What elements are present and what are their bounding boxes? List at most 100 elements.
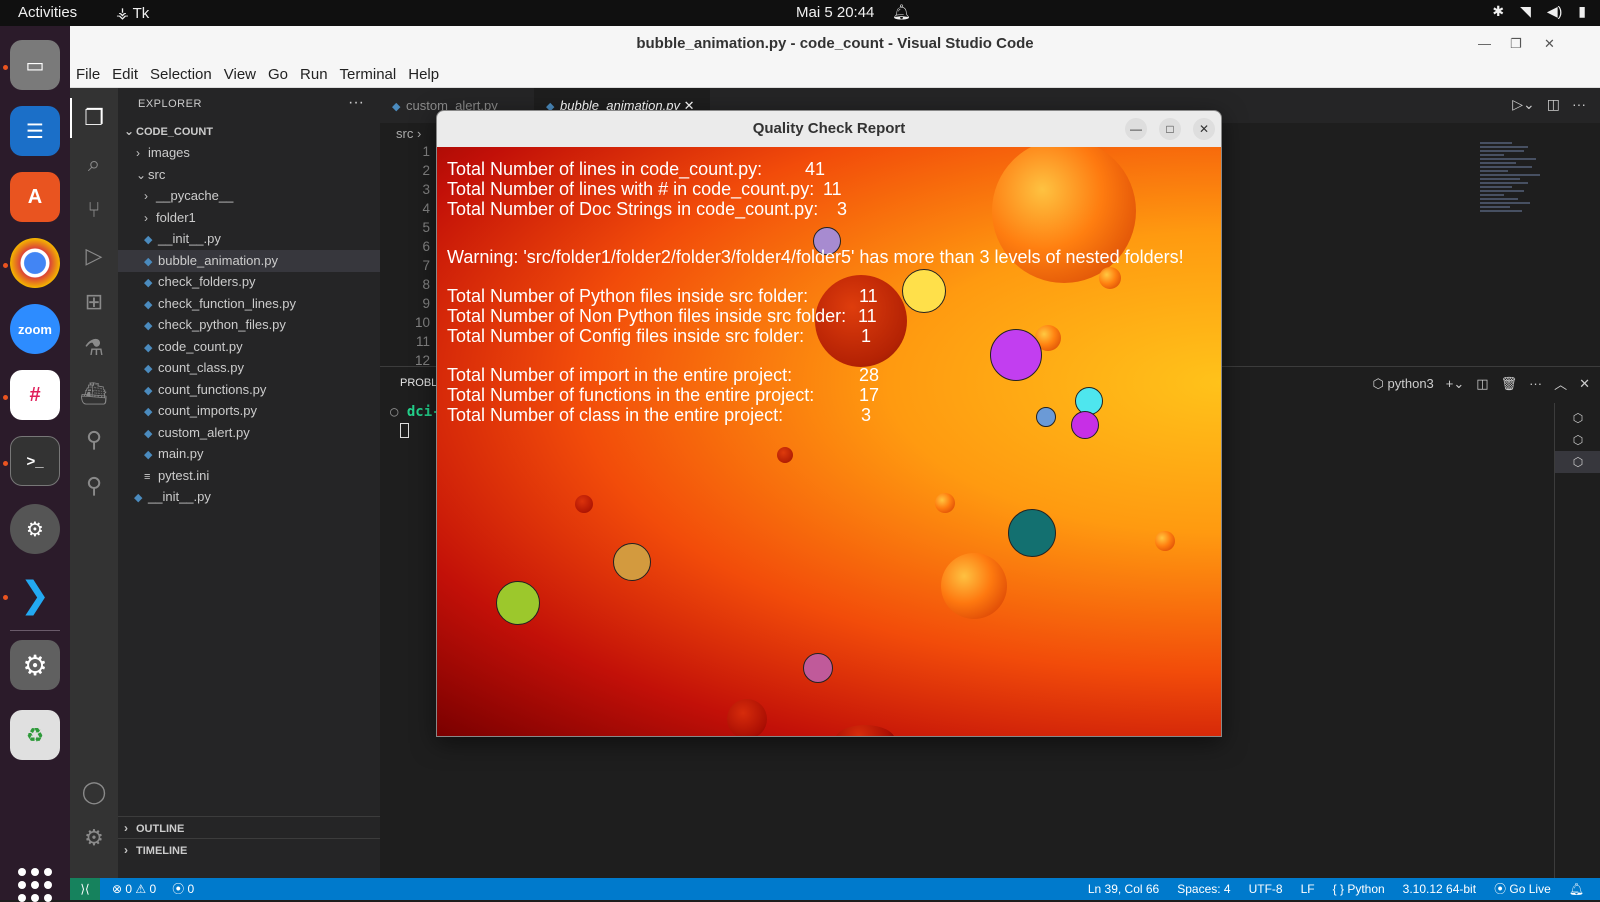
wifi-icon[interactable]: ◥: [1520, 3, 1531, 20]
tree-item-label: images: [148, 145, 190, 160]
bell-icon[interactable]: 🔔︎: [892, 3, 911, 21]
explorer-icon[interactable]: ❐: [80, 104, 108, 132]
minimize-icon[interactable]: —: [1478, 26, 1491, 62]
new-terminal-icon[interactable]: +⌄: [1446, 376, 1464, 392]
tree-item[interactable]: ◆ main.py: [118, 443, 380, 465]
maximize-icon[interactable]: ❐: [1510, 26, 1522, 62]
terminal-shell-label[interactable]: ⬡ python3: [1373, 376, 1434, 392]
slack-icon[interactable]: #: [10, 370, 60, 420]
tree-item[interactable]: ◆ check_python_files.py: [118, 314, 380, 336]
manage-gear-icon[interactable]: ⚙: [80, 824, 108, 852]
split-terminal-icon[interactable]: ◫: [1476, 376, 1488, 392]
search-icon[interactable]: ⌕: [80, 150, 108, 178]
battery-icon[interactable]: ▮: [1578, 3, 1586, 20]
close-icon[interactable]: ✕: [1193, 118, 1215, 140]
volume-icon[interactable]: ◀): [1547, 3, 1562, 20]
cursor-position[interactable]: Ln 39, Col 66: [1088, 878, 1159, 900]
accessibility-icon[interactable]: ✱: [1492, 3, 1504, 20]
problems-status[interactable]: ⊗ 0 ⚠ 0: [112, 878, 156, 900]
git-graph-icon[interactable]: ⚲: [80, 426, 108, 454]
tree-item[interactable]: › images: [118, 142, 380, 164]
run-icon[interactable]: ▷⌄: [1512, 96, 1535, 113]
close-panel-icon[interactable]: ✕: [1579, 376, 1590, 392]
terminal-instance-icon[interactable]: ⬡: [1555, 451, 1600, 473]
menu-go[interactable]: Go: [262, 62, 294, 87]
language-mode[interactable]: { } Python: [1333, 878, 1385, 900]
settings-gear-icon[interactable]: ⚙: [10, 504, 60, 554]
timeline-section[interactable]: › TIMELINE: [118, 838, 380, 860]
files-icon[interactable]: ▭: [10, 40, 60, 90]
minimap[interactable]: [1480, 140, 1560, 250]
split-editor-icon[interactable]: ◫: [1547, 96, 1560, 113]
activities-button[interactable]: Activities: [18, 4, 77, 21]
dialog-title[interactable]: Quality Check Report: [437, 111, 1221, 147]
terminal-prompt[interactable]: ○ dci-: [390, 404, 441, 420]
vscode-icon[interactable]: ❯: [10, 570, 60, 620]
workspace-root[interactable]: ⌄ CODE_COUNT: [118, 120, 380, 142]
tree-item[interactable]: ◆ __init__.py: [118, 486, 380, 508]
system-tray[interactable]: ✱ ◥ ◀) ▮: [1492, 3, 1586, 20]
tree-item[interactable]: ◆ count_imports.py: [118, 400, 380, 422]
tree-item[interactable]: ◆ check_folders.py: [118, 271, 380, 293]
terminal-icon[interactable]: >_: [10, 436, 60, 486]
clock[interactable]: Mai 5 20:44: [796, 4, 874, 21]
maximize-panel-icon[interactable]: ︿: [1554, 374, 1567, 393]
app-center-icon[interactable]: A: [10, 172, 60, 222]
extensions-icon[interactable]: ⊞: [80, 288, 108, 316]
tree-item[interactable]: › __pycache__: [118, 185, 380, 207]
tree-item[interactable]: ◆ count_functions.py: [118, 379, 380, 401]
run-debug-icon[interactable]: ▷: [80, 242, 108, 270]
maximize-icon[interactable]: □: [1159, 118, 1181, 140]
tree-item[interactable]: ◆ check_function_lines.py: [118, 293, 380, 315]
libreoffice-writer-icon[interactable]: ☰: [10, 106, 60, 156]
tab-problems[interactable]: PROBL: [400, 377, 437, 389]
menu-run[interactable]: Run: [294, 62, 334, 87]
menu-selection[interactable]: Selection: [144, 62, 218, 87]
indentation[interactable]: Spaces: 4: [1177, 878, 1230, 900]
tree-item[interactable]: ◆ custom_alert.py: [118, 422, 380, 444]
notifications-icon[interactable]: 🔔︎: [1569, 878, 1584, 900]
source-control-icon[interactable]: ⑂: [80, 196, 108, 224]
accounts-icon[interactable]: ◯: [80, 778, 108, 806]
breadcrumb[interactable]: src ›: [396, 126, 421, 141]
bubble-canvas[interactable]: Total Number of lines in code_count.py: 4…: [437, 147, 1221, 736]
tree-item[interactable]: ◆ count_class.py: [118, 357, 380, 379]
git-lens-icon[interactable]: ⚲: [80, 472, 108, 500]
minimize-icon[interactable]: —: [1125, 118, 1147, 140]
tree-item[interactable]: › folder1: [118, 207, 380, 229]
chrome-icon[interactable]: [10, 238, 60, 288]
tree-item[interactable]: ⌄ src: [118, 164, 380, 186]
docker-icon[interactable]: ⛴: [80, 380, 108, 408]
trash-icon[interactable]: ♻: [10, 710, 60, 760]
encoding[interactable]: UTF-8: [1249, 878, 1283, 900]
outline-section[interactable]: › OUTLINE: [118, 816, 380, 838]
terminal-instance-icon[interactable]: ⬡: [1555, 429, 1600, 451]
close-icon[interactable]: ✕: [1544, 26, 1555, 62]
zoom-icon[interactable]: zoom: [10, 304, 60, 354]
menu-edit[interactable]: Edit: [106, 62, 144, 87]
app-menu[interactable]: ⚶ Tk: [116, 4, 149, 22]
tree-item[interactable]: ◆ bubble_animation.py: [118, 249, 380, 272]
testing-icon[interactable]: ⚗: [80, 334, 108, 362]
python-interpreter[interactable]: 3.10.12 64-bit: [1403, 878, 1476, 900]
kill-terminal-icon[interactable]: 🗑︎: [1501, 376, 1518, 392]
window-titlebar[interactable]: bubble_animation.py - code_count - Visua…: [70, 26, 1600, 62]
terminal-instance-icon[interactable]: ⬡: [1555, 407, 1600, 429]
ports-status[interactable]: ⦿ 0: [172, 878, 194, 900]
menu-view[interactable]: View: [218, 62, 262, 87]
more-icon[interactable]: ···: [1529, 376, 1542, 391]
tree-item[interactable]: ◆ code_count.py: [118, 336, 380, 358]
end-of-line[interactable]: LF: [1301, 878, 1315, 900]
menu-file[interactable]: File: [70, 62, 106, 87]
tree-item[interactable]: ◆ __init__.py: [118, 228, 380, 250]
more-icon[interactable]: ···: [1572, 96, 1586, 113]
tree-item[interactable]: ≡ pytest.ini: [118, 465, 380, 487]
remote-icon[interactable]: ⟩⟨: [70, 878, 100, 900]
breadcrumb-src[interactable]: src: [396, 126, 413, 141]
system-settings-icon[interactable]: ⚙: [10, 640, 60, 690]
menu-terminal[interactable]: Terminal: [334, 62, 403, 87]
show-apps-icon[interactable]: [18, 868, 52, 902]
more-actions-icon[interactable]: ···: [348, 94, 364, 112]
menu-help[interactable]: Help: [402, 62, 445, 87]
go-live-button[interactable]: ⦿ Go Live: [1494, 878, 1551, 900]
